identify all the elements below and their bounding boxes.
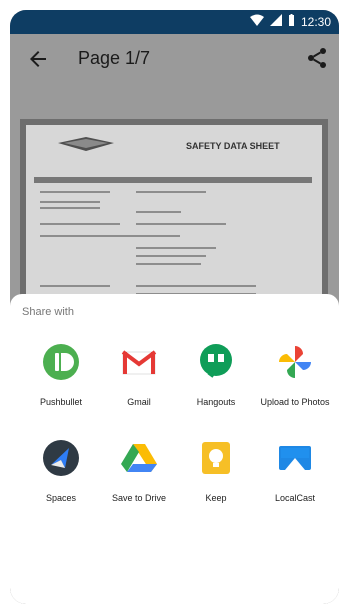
document-viewer: SAFETY DATA SHEET	[10, 84, 339, 319]
doc-line	[136, 255, 206, 257]
share-app-label: Save to Drive	[111, 493, 167, 503]
company-logo-icon	[58, 137, 114, 151]
share-app-keep[interactable]: Keep	[176, 438, 256, 503]
share-app-upload-to-photos[interactable]: Upload to Photos	[255, 342, 335, 407]
signal-icon	[269, 14, 282, 29]
photos-icon	[279, 346, 311, 378]
doc-line	[136, 263, 201, 265]
share-app-label: Hangouts	[196, 397, 236, 407]
back-button[interactable]	[26, 47, 50, 71]
spaces-icon	[43, 440, 79, 476]
doc-line	[40, 191, 110, 193]
status-bar: 12:30	[10, 10, 339, 34]
document-page-inner: SAFETY DATA SHEET	[26, 125, 322, 319]
doc-line	[136, 191, 206, 193]
wifi-icon	[249, 14, 264, 29]
share-app-save-to-drive[interactable]: Save to Drive	[99, 438, 179, 503]
phone-screen: 12:30 Page 1/7 SAFETY DATA SHEET Share w…	[10, 10, 339, 604]
share-app-spaces[interactable]: Spaces	[21, 438, 101, 503]
share-app-pushbullet[interactable]: Pushbullet	[21, 342, 101, 407]
document-title: SAFETY DATA SHEET	[186, 141, 280, 151]
app-bar: Page 1/7	[10, 34, 339, 84]
localcast-icon	[279, 446, 311, 470]
doc-line	[136, 285, 256, 287]
doc-line	[40, 285, 110, 287]
doc-line	[136, 211, 181, 213]
share-app-label: Spaces	[45, 493, 77, 503]
share-sheet: Share with Pushbullet Gmail Hangouts Upl…	[10, 294, 339, 604]
section-bar	[34, 177, 312, 183]
share-app-label: LocalCast	[274, 493, 316, 503]
share-app-label: Keep	[205, 493, 227, 503]
share-app-localcast[interactable]: LocalCast	[255, 438, 335, 503]
hangouts-icon	[200, 344, 232, 378]
status-time: 12:30	[300, 14, 331, 29]
share-app-label: Upload to Photos	[260, 397, 330, 407]
share-app-hangouts[interactable]: Hangouts	[176, 342, 256, 407]
share-app-gmail[interactable]: Gmail	[99, 342, 179, 407]
pushbullet-icon	[43, 344, 79, 380]
doc-line	[40, 207, 100, 209]
gmail-icon	[121, 350, 157, 375]
doc-line	[40, 201, 100, 203]
doc-line	[136, 247, 216, 249]
arrow-left-icon	[30, 51, 46, 67]
doc-line	[136, 223, 226, 225]
share-app-label: Gmail	[127, 397, 151, 407]
share-app-label: Pushbullet	[39, 397, 83, 407]
share-sheet-label: Share with	[22, 306, 74, 318]
keep-icon	[202, 442, 230, 474]
doc-line	[40, 223, 120, 225]
battery-icon	[288, 14, 295, 29]
status-icons: 12:30	[249, 14, 331, 29]
share-button[interactable]	[305, 46, 329, 70]
document-page: SAFETY DATA SHEET	[20, 119, 328, 319]
doc-line	[40, 235, 180, 237]
share-icon	[308, 48, 326, 68]
page-title: Page 1/7	[78, 48, 151, 68]
drive-icon	[121, 444, 157, 472]
